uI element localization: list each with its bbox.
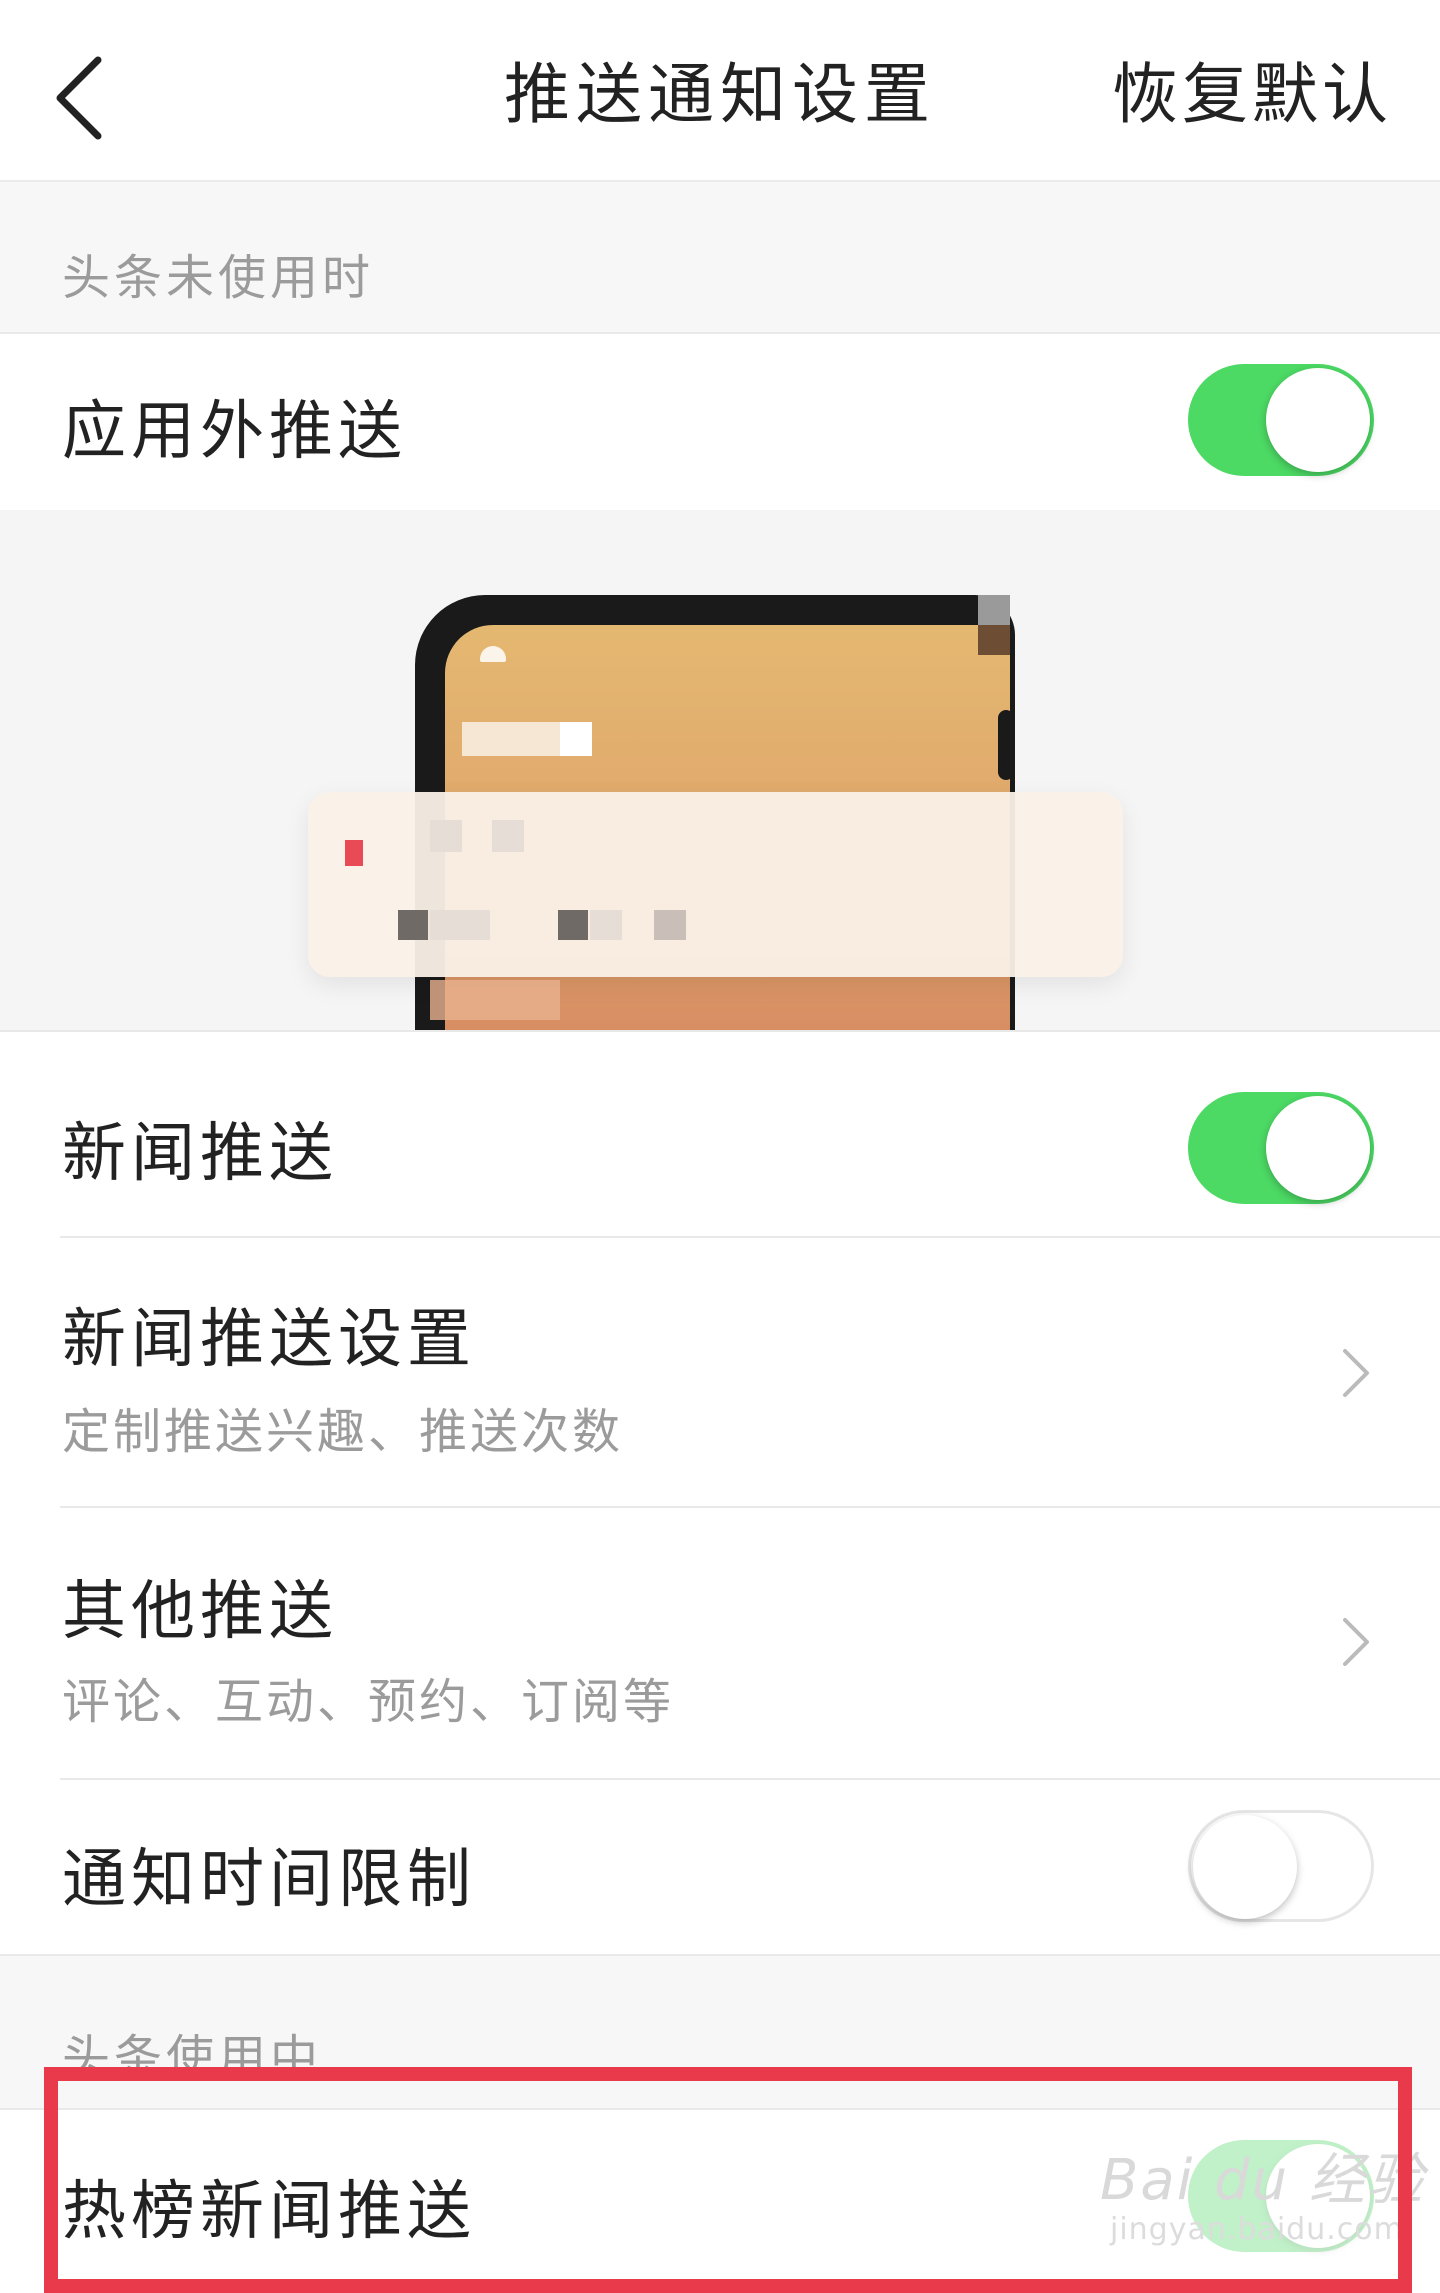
pixel-block — [492, 820, 524, 852]
app-notification-icon — [345, 840, 363, 866]
toggle-knob — [1266, 368, 1370, 472]
row-title-time-limit: 通知时间限制 — [62, 1843, 476, 1917]
row-subtitle-other-push: 评论、互动、预约、订阅等 — [62, 1674, 675, 1730]
pixel-block — [558, 910, 588, 940]
row-title-other-push: 其他推送 — [62, 1575, 338, 1649]
section-label-inactive: 头条未使用时 — [62, 250, 375, 306]
row-title-news-push: 新闻推送 — [62, 1117, 338, 1191]
highlight-box — [44, 2067, 1412, 2293]
toggle-time-limit[interactable] — [1188, 1810, 1374, 1922]
row-title-external-push: 应用外推送 — [62, 395, 407, 469]
pixel-block — [462, 722, 562, 756]
pixel-block — [590, 910, 622, 940]
toggle-knob — [1193, 1815, 1297, 1919]
chevron-right-icon[interactable] — [1335, 1343, 1375, 1403]
pixel-block — [978, 625, 1010, 655]
pixel-block — [398, 910, 428, 940]
row-title-news-push-settings: 新闻推送设置 — [62, 1303, 476, 1377]
phone-side-button — [998, 710, 1014, 780]
row-subtitle-news-push-settings: 定制推送兴趣、推送次数 — [62, 1404, 624, 1460]
pixel-block — [430, 820, 462, 852]
push-preview-illustration — [0, 510, 1440, 1030]
reset-default-button[interactable]: 恢复默认 — [1112, 0, 1392, 190]
toggle-news-push[interactable] — [1188, 1092, 1374, 1204]
pixel-block — [560, 722, 592, 756]
toggle-external-push[interactable] — [1188, 364, 1374, 476]
pixel-block — [430, 980, 560, 1020]
chevron-right-icon[interactable] — [1335, 1612, 1375, 1672]
pixel-block — [430, 910, 490, 940]
pixel-block — [654, 910, 686, 940]
toggle-knob — [1266, 1096, 1370, 1200]
